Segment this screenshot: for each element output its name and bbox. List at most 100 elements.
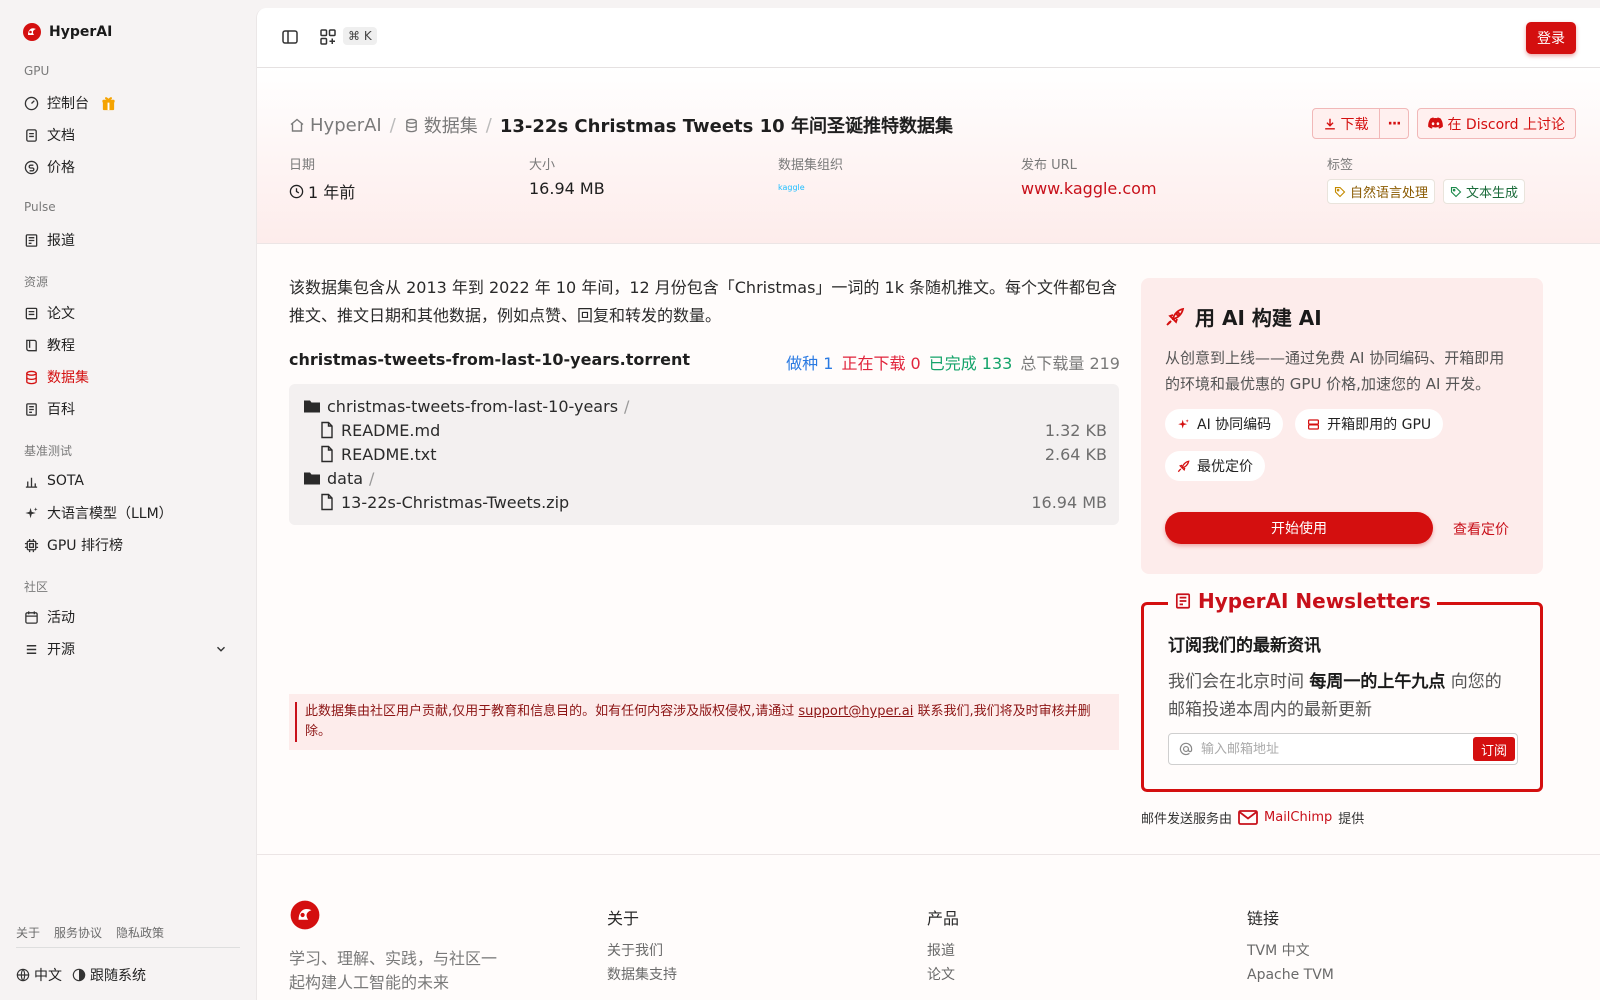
- search-shortcut[interactable]: ⌘ K: [343, 27, 377, 45]
- section-benchmarks: 基准测试: [24, 444, 73, 458]
- list-icon: [26, 644, 37, 654]
- sidebar-item-events[interactable]: 活动: [16, 602, 240, 632]
- chip-label: 最优定价: [1197, 459, 1253, 475]
- org-logo[interactable]: kaggle: [778, 183, 843, 192]
- page-title: 13-22s Christmas Tweets 10 年间圣诞推特数据集: [499, 116, 953, 137]
- sidebar-item-wiki[interactable]: 百科: [16, 394, 240, 424]
- meta-size: 大小 16.94 MB: [529, 154, 605, 198]
- file-tree-row[interactable]: christmas-tweets-from-last-10-years /: [303, 395, 1107, 417]
- wiki-icon: [26, 402, 37, 416]
- file-size: 16.94 MB: [1031, 492, 1107, 512]
- file-tree-row[interactable]: 13-22s-Christmas-Tweets.zip 16.94 MB: [319, 491, 1107, 513]
- section-gpu: GPU: [24, 64, 50, 78]
- divider: [16, 947, 240, 948]
- promo-card: 用 AI 构建 AI 从创意到上线——通过免费 AI 协同编码、开箱即用的环境和…: [1141, 278, 1543, 574]
- apps-icon[interactable]: [319, 28, 337, 46]
- tag-icon: [1334, 186, 1346, 197]
- gift-icon: [102, 96, 115, 110]
- view-pricing-link[interactable]: 查看定价: [1453, 519, 1509, 539]
- file-icon: [321, 421, 333, 439]
- sidebar-item-pricing[interactable]: 价格: [16, 152, 240, 182]
- source-url-link[interactable]: www.kaggle.com: [1021, 179, 1157, 198]
- footer-link[interactable]: 报道: [927, 939, 959, 963]
- rocket-icon: [1166, 307, 1185, 326]
- file-name: 13-22s-Christmas-Tweets.zip: [341, 492, 570, 512]
- discord-label: 在 Discord 上讨论: [1447, 116, 1565, 133]
- sidebar-item-opensource[interactable]: 开源: [16, 634, 240, 664]
- meta-url: 发布 URL www.kaggle.com: [1021, 154, 1157, 198]
- sidebar-item-sota[interactable]: SOTA: [16, 466, 240, 496]
- tag-label: 文本生成: [1466, 186, 1519, 201]
- download-label: 下载: [1340, 116, 1369, 133]
- database-icon: [26, 370, 37, 384]
- privacy-link[interactable]: 隐私政策: [116, 924, 164, 941]
- tag-nlp[interactable]: 自然语言处理: [1327, 179, 1436, 204]
- sidebar-item-gpu-rank[interactable]: GPU 排行榜: [16, 530, 240, 560]
- about-link[interactable]: 关于: [16, 924, 40, 941]
- newspaper-icon: [25, 233, 38, 247]
- main-panel: ⌘ K 登录 HyperAI / 数据集 / 13-22s Christmas …: [256, 8, 1600, 1000]
- mailchimp-link[interactable]: MailChimp: [1238, 810, 1332, 825]
- newsletter-schedule: 每周一的上午九点: [1309, 672, 1446, 692]
- sidebar: HyperAI GPU 控制台 文档 价格 Pulse 报道 资源 论文 教程 …: [0, 0, 256, 1000]
- theme-switcher[interactable]: 跟随系统: [72, 965, 146, 985]
- breadcrumb-home[interactable]: HyperAI: [289, 115, 382, 136]
- email-input[interactable]: [1201, 741, 1473, 757]
- torrent-stats: 做种 1 正在下载 0 已完成 133 总下载量 219: [786, 350, 1120, 374]
- chip-label: AI 协同编码: [1197, 417, 1272, 433]
- file-tree-row[interactable]: README.md 1.32 KB: [319, 419, 1107, 441]
- torrent-filename[interactable]: christmas-tweets-from-last-10-years.torr…: [289, 350, 690, 369]
- hyperai-logo-icon[interactable]: [289, 899, 321, 931]
- seeding-count: 做种 1: [786, 354, 834, 373]
- breadcrumb-datasets[interactable]: 数据集: [404, 112, 478, 138]
- sidebar-item-datasets[interactable]: 数据集: [16, 362, 240, 392]
- folder-icon: [304, 472, 320, 485]
- language-switcher[interactable]: 中文: [16, 965, 62, 985]
- sidebar-item-news[interactable]: 报道: [16, 225, 240, 255]
- subscribe-button[interactable]: 订阅: [1472, 737, 1515, 761]
- tag-list: 自然语言处理 文本生成: [1327, 179, 1526, 204]
- sidebar-item-console[interactable]: 控制台: [16, 88, 240, 118]
- meta-label: 标签: [1327, 158, 1354, 173]
- tag-text-generation[interactable]: 文本生成: [1443, 179, 1526, 204]
- meta-label: 大小: [529, 158, 556, 173]
- sidebar-item-label: 报道: [47, 233, 75, 249]
- support-email-link[interactable]: support@hyper.ai: [798, 704, 913, 719]
- get-started-button[interactable]: 开始使用: [1165, 512, 1433, 544]
- sidebar-item-llm[interactable]: 大语言模型（LLM）: [16, 498, 240, 528]
- sidebar-item-docs[interactable]: 文档: [16, 120, 240, 150]
- brand[interactable]: HyperAI: [22, 22, 112, 42]
- sidebar-item-label: 文档: [47, 128, 75, 144]
- mailchimp-label: MailChimp: [1264, 810, 1333, 825]
- newsletter-title-text: HyperAI Newsletters: [1198, 589, 1431, 613]
- file-tree-row[interactable]: README.txt 2.64 KB: [319, 443, 1107, 465]
- file-tree-row[interactable]: data /: [303, 467, 1107, 489]
- chip-icon: [24, 538, 39, 552]
- sidebar-item-tutorials[interactable]: 教程: [16, 330, 240, 360]
- meta-tags: 标签 自然语言处理 文本生成: [1327, 154, 1526, 204]
- chevron-down-icon[interactable]: [214, 642, 228, 656]
- language-label: 中文: [34, 968, 62, 984]
- size-value: 16.94 MB: [529, 179, 605, 198]
- sidebar-item-papers[interactable]: 论文: [16, 298, 240, 328]
- contrast-icon: [72, 968, 86, 982]
- discord-button[interactable]: 在 Discord 上讨论: [1417, 108, 1576, 139]
- sidebar-toggle-icon[interactable]: [281, 28, 299, 46]
- breadcrumb-home-label: HyperAI: [310, 114, 382, 136]
- footer-link[interactable]: Apache TVM: [1247, 963, 1334, 987]
- sidebar-item-label: SOTA: [47, 473, 84, 489]
- file-name: christmas-tweets-from-last-10-years: [327, 396, 619, 416]
- sparkles-icon: [25, 506, 38, 518]
- footer-link[interactable]: 数据集支持: [607, 963, 677, 987]
- more-options-button[interactable]: ···: [1379, 108, 1410, 139]
- chip-best-price: 最优定价: [1165, 451, 1265, 481]
- terms-link[interactable]: 服务协议: [54, 924, 102, 941]
- download-button[interactable]: 下载: [1311, 108, 1380, 139]
- login-button[interactable]: 登录: [1526, 22, 1576, 54]
- file-name: README.txt: [341, 444, 437, 464]
- hyperai-logo-icon: [23, 23, 41, 41]
- footer-link[interactable]: 论文: [927, 963, 959, 987]
- footer-link[interactable]: 关于我们: [607, 939, 677, 963]
- footer-link[interactable]: TVM 中文: [1247, 939, 1334, 963]
- downloading-count: 正在下载 0: [841, 354, 921, 373]
